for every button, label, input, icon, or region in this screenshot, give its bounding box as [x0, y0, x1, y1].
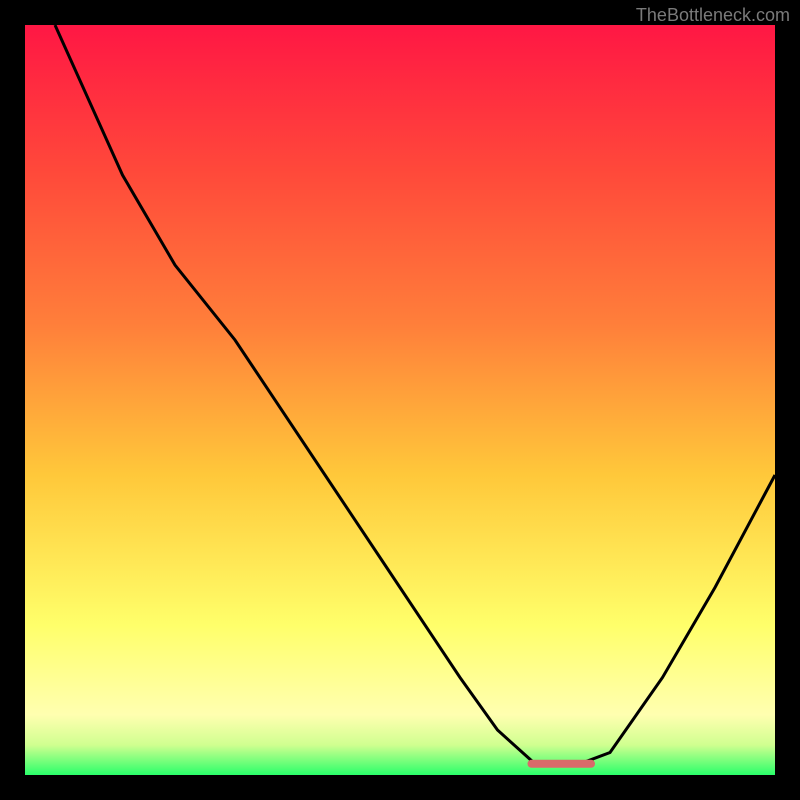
optimal-range-marker — [528, 760, 596, 768]
gradient-background — [25, 25, 775, 775]
chart-svg — [25, 25, 775, 775]
watermark-text: TheBottleneck.com — [636, 5, 790, 26]
chart-plot-area — [25, 25, 775, 775]
